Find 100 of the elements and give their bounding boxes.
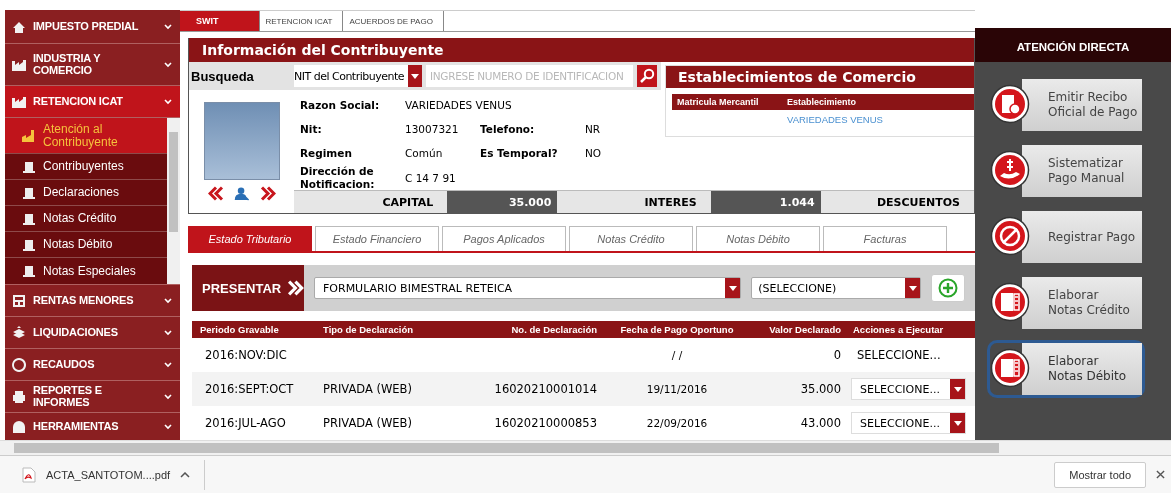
tab[interactable]: Facturas	[823, 226, 947, 252]
section-label: LIQUIDACIONES	[33, 326, 119, 339]
close-icon[interactable]	[1156, 470, 1165, 479]
table-cell-text: 19/11/2016	[645, 383, 709, 396]
section-label: RECAUDOS	[33, 358, 96, 371]
action-icon	[990, 216, 1030, 256]
field-value: NO	[585, 147, 603, 159]
sidebar-item[interactable]: Notas Crédito	[5, 206, 167, 232]
column-header: Acciones a Ejecutar	[852, 324, 945, 336]
chevron-icon	[164, 23, 172, 30]
show-all-button[interactable]: Mostrar todo	[1054, 461, 1146, 488]
period-dropdown[interactable]: (SELECCIONE)	[751, 277, 922, 300]
action-button[interactable]: Registrar Pago	[1022, 211, 1142, 263]
user-search-icon[interactable]	[233, 186, 250, 201]
item-icon	[21, 127, 37, 144]
caret-icon	[180, 471, 191, 478]
presentar-label: PRESENTAR	[202, 280, 282, 296]
table-cell-text: / /	[670, 349, 684, 362]
column-header: Valor Declarado	[768, 324, 842, 336]
table-cell-text: 2016:NOV:DIC	[204, 348, 288, 363]
column-header: Establecimiento	[787, 97, 858, 107]
card-title: Establecimientos de Comercio	[666, 66, 974, 88]
panel-title: Información del Contribuyente	[189, 38, 974, 62]
establecimiento-link[interactable]: VARIEDADES VENUS	[787, 114, 969, 125]
section-label: RETENCION ICAT	[33, 95, 124, 108]
item-label: Declaraciones	[43, 186, 120, 199]
double-right-arrow-icon[interactable]	[259, 186, 276, 201]
caret-icon	[953, 420, 962, 426]
table-cell-text: 35.000	[799, 382, 842, 397]
field-label: Es Temporal?	[480, 146, 559, 160]
field-value: C 14 7 91	[405, 171, 457, 184]
scrollbar[interactable]	[167, 118, 180, 284]
tab[interactable]: Estado Tributario	[188, 226, 312, 252]
section-label: HERRAMIENTAS	[33, 420, 120, 433]
item-label: Atención al Contribuyente	[43, 122, 119, 149]
action-button[interactable]: Elaborar Notas Débito	[1022, 343, 1142, 395]
sidebar-section[interactable]: RETENCION ICAT	[5, 86, 180, 118]
table-cell-text: 2016:SEPT:OCT	[204, 382, 295, 397]
sidebar-item[interactable]: Contribuyentes	[5, 154, 167, 180]
caret-icon	[953, 386, 962, 392]
chevron-icon	[164, 98, 172, 105]
action-button[interactable]: Elaborar Notas Crédito	[1022, 277, 1142, 329]
action-button[interactable]: Emitir Recibo Oficial de Pago	[1022, 79, 1142, 131]
field-value: 13007321	[405, 123, 460, 135]
total-value: 35.000	[447, 191, 558, 214]
action-icon	[990, 348, 1030, 388]
action-icon	[990, 84, 1030, 124]
column-header: Tipo de Declaración	[322, 324, 415, 336]
search-button[interactable]	[637, 65, 657, 87]
section-icon	[11, 388, 27, 405]
sidebar-item[interactable]: Notas Especiales	[5, 258, 167, 284]
sidebar-item[interactable]: Declaraciones	[5, 180, 167, 206]
tab[interactable]: Pagos Aplicados	[442, 226, 566, 252]
search-field[interactable]: INGRESE NUMERO DE IDENTIFICACION	[426, 65, 633, 87]
section-label: RENTAS MENORES	[33, 294, 135, 307]
section-label: INDUSTRIA Y COMERCIO	[33, 52, 102, 77]
action-text[interactable]: SELECCIONE...	[847, 348, 962, 363]
sidebar-item[interactable]: Atención al Contribuyente	[5, 118, 167, 154]
tab[interactable]: Notas Débito	[696, 226, 820, 252]
field-label: Nit:	[300, 122, 323, 136]
column-header: Periodo Gravable	[199, 324, 280, 336]
caret-icon	[728, 285, 737, 291]
chevron-icon	[164, 61, 172, 68]
section-icon	[11, 324, 27, 341]
item-label: Notas Crédito	[43, 212, 117, 225]
field-label: Dirección de Notificacion:	[300, 165, 376, 191]
double-left-arrow-icon[interactable]	[207, 186, 224, 201]
tab[interactable]: Estado Financiero	[315, 226, 439, 252]
action-dropdown[interactable]: SELECCIONE...	[851, 378, 966, 401]
column-header: Matricula Mercantil	[677, 97, 760, 107]
scrollbar[interactable]	[0, 440, 1171, 455]
sidebar-item[interactable]: Notas Débito	[5, 232, 167, 258]
field-label: Razon Social:	[300, 98, 381, 112]
section-label: IMPUESTO PREDIAL	[33, 20, 140, 33]
item-label: Notas Débito	[43, 238, 113, 251]
total-label: CAPITAL	[381, 195, 435, 209]
column-header: No. de Declaración	[510, 324, 598, 336]
total-value: 1.044	[710, 191, 821, 214]
breadcrumb-item[interactable]: ACUERDOS DE PAGO	[343, 11, 444, 31]
breadcrumb-item[interactable]: RETENCION ICAT	[259, 11, 344, 31]
table-cell-text: 0	[832, 348, 842, 363]
tab[interactable]: Notas Crédito	[569, 226, 693, 252]
download-item[interactable]: ACTA_SANTOTOM....pdf	[22, 459, 206, 490]
pdf-file-icon	[22, 466, 36, 483]
table-cell-text: PRIVADA (WEB)	[322, 382, 413, 397]
table-cell-text: 43.000	[799, 416, 842, 431]
form-dropdown[interactable]: FORMULARIO BIMESTRAL RETEICA	[314, 277, 742, 300]
search-type-dropdown[interactable]: NIT del Contribuyente	[294, 65, 422, 87]
table-cell-text: PRIVADA (WEB)	[322, 416, 413, 431]
action-button[interactable]: Sistematizar Pago Manual	[1022, 145, 1142, 197]
action-dropdown[interactable]: SELECCIONE...	[851, 412, 966, 435]
add-button[interactable]	[931, 274, 965, 303]
section-label: REPORTES E INFORMES	[33, 384, 103, 409]
breadcrumb-item[interactable]: SWIT	[180, 11, 260, 31]
item-label: Notas Especiales	[43, 264, 136, 278]
double-chevron-icon	[287, 280, 304, 297]
field-label: Telefono:	[480, 122, 536, 136]
table-cell-text: 22/09/2016	[645, 417, 709, 430]
item-icon	[21, 263, 37, 279]
table-cell-text: 16020210000853	[493, 416, 598, 431]
